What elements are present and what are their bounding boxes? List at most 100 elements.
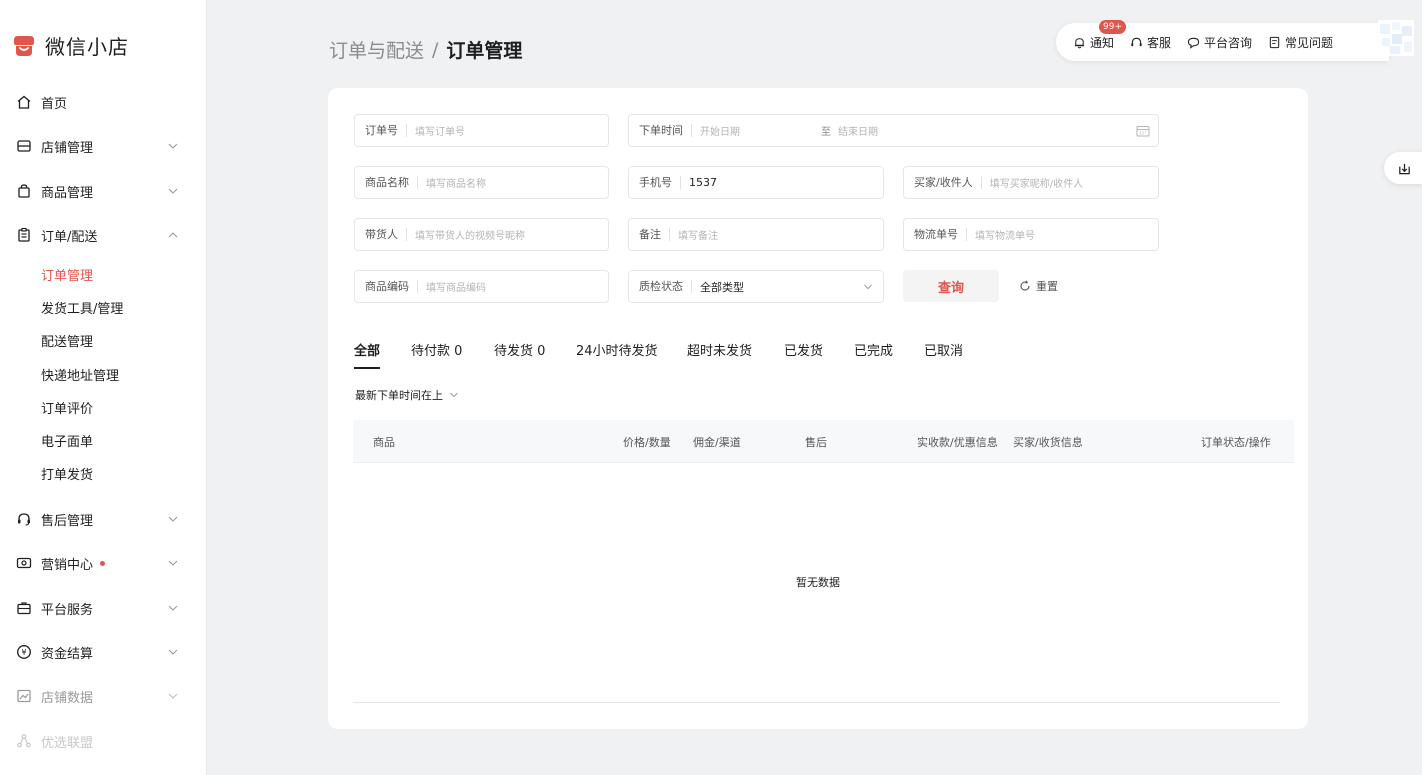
table-header: 商品 价格/数量 佣金/渠道 售后 实收款/优惠信息 买家/收货信息 订单状态/… <box>353 420 1294 463</box>
tab-pending-shipment[interactable]: 待发货 0 <box>494 340 545 359</box>
tab-24h-pending[interactable]: 24小时待发货 <box>576 340 658 359</box>
sidebar-item-label: 订单/配送 <box>41 229 98 245</box>
sidebar-item-orders[interactable]: 订单/配送 <box>0 220 207 250</box>
tab-all[interactable]: 全部 <box>354 340 380 359</box>
platform-consult-button[interactable]: 平台咨询 <box>1187 34 1252 51</box>
sidebar-item-products[interactable]: 商品管理 <box>0 176 207 206</box>
clipboard-icon <box>15 226 33 244</box>
reset-button[interactable]: 重置 <box>1019 278 1058 294</box>
customer-service-button[interactable]: 客服 <box>1130 34 1171 51</box>
sidebar-item-label: 优选联盟 <box>41 735 94 751</box>
order-time-range-field[interactable]: 下单时间 开始日期 至 结束日期 <box>628 114 1159 147</box>
product-code-input[interactable]: 填写商品编码 <box>418 279 486 294</box>
remark-field[interactable]: 备注 填写备注 <box>628 218 884 251</box>
calendar-icon[interactable] <box>1136 125 1150 137</box>
field-label: 商品名称 <box>365 176 418 189</box>
remark-input[interactable]: 填写备注 <box>670 227 718 242</box>
sidebar-subitem-order-management[interactable]: 订单管理 <box>41 263 93 285</box>
briefcase-icon <box>15 599 33 617</box>
breadcrumb-separator: / <box>432 38 439 61</box>
service-label: 客服 <box>1147 35 1172 50</box>
sidebar-item-label: 资金结算 <box>41 646 94 662</box>
phone-input[interactable]: 1537 <box>681 176 717 189</box>
sort-label: 最新下单时间在上 <box>355 389 443 402</box>
field-label: 买家/收件人 <box>914 176 982 189</box>
order-number-field[interactable]: 订单号 填写订单号 <box>354 114 609 147</box>
sidebar-item-alliance[interactable]: 优选联盟 <box>0 726 207 756</box>
start-date-input[interactable]: 开始日期 <box>692 123 740 138</box>
tab-completed[interactable]: 已完成 <box>854 340 893 359</box>
sidebar-item-marketing[interactable]: 营销中心 <box>0 548 207 578</box>
tab-overdue[interactable]: 超时未发货 <box>687 340 752 359</box>
field-label: 备注 <box>639 228 670 241</box>
product-code-field[interactable]: 商品编码 填写商品编码 <box>354 270 609 303</box>
download-icon <box>1398 163 1410 174</box>
order-management-card: 订单号 填写订单号 下单时间 开始日期 至 结束日期 商品名称 填写商品名称 手… <box>328 88 1308 729</box>
sidebar-item-settlement[interactable]: ¥ 资金结算 <box>0 637 207 667</box>
buyer-field[interactable]: 买家/收件人 填写买家昵称/收件人 <box>903 166 1159 199</box>
shop-logo-icon <box>14 36 34 56</box>
product-name-field[interactable]: 商品名称 填写商品名称 <box>354 166 609 199</box>
sidebar-item-label: 商品管理 <box>41 185 94 201</box>
date-range-separator: 至 <box>821 127 831 138</box>
chevron-down-icon <box>168 516 178 522</box>
tab-pending-payment[interactable]: 待付款 0 <box>411 340 462 359</box>
sidebar-item-label: 营销中心 <box>41 557 94 573</box>
tab-cancelled[interactable]: 已取消 <box>924 340 963 359</box>
field-label: 带货人 <box>365 228 407 241</box>
phone-field[interactable]: 手机号 1537 <box>628 166 884 199</box>
page-title: 订单管理 <box>446 40 523 62</box>
chevron-down-icon <box>450 392 458 398</box>
logistics-number-field[interactable]: 物流单号 填写物流单号 <box>903 218 1159 251</box>
sidebar-item-label: 平台服务 <box>41 602 94 618</box>
sidebar-subitem-waybill[interactable]: 电子面单 <box>41 429 93 451</box>
home-icon <box>15 93 33 111</box>
table-bottom-divider <box>353 702 1280 703</box>
qr-code-icon[interactable] <box>1378 20 1414 56</box>
promoter-field[interactable]: 带货人 填写带货人的视频号昵称 <box>354 218 609 251</box>
app-logo[interactable]: 微信小店 <box>11 30 129 60</box>
refresh-icon <box>1020 280 1030 291</box>
logistics-number-input[interactable]: 填写物流单号 <box>967 227 1035 242</box>
sort-dropdown[interactable]: 最新下单时间在上 <box>355 387 459 403</box>
end-date-input[interactable]: 结束日期 <box>838 123 878 138</box>
sidebar-subitem-shipping-tools[interactable]: 发货工具/管理 <box>41 296 123 318</box>
column-header-commission-channel: 佣金/渠道 <box>693 436 741 449</box>
headset-icon <box>1131 37 1142 46</box>
field-label: 下单时间 <box>639 124 692 137</box>
tab-shipped[interactable]: 已发货 <box>784 340 823 359</box>
faq-button[interactable]: 常见问题 <box>1268 34 1333 51</box>
field-label: 质检状态 <box>639 280 692 293</box>
sidebar-item-home[interactable]: 首页 <box>0 87 207 117</box>
qc-status-value: 全部类型 <box>700 280 744 294</box>
sidebar-subitem-delivery[interactable]: 配送管理 <box>41 329 93 351</box>
chevron-down-icon <box>168 143 178 149</box>
notice-button[interactable]: 通知 99+ <box>1073 19 1126 51</box>
sidebar: 微信小店 首页 店铺管理 商品管理 订单/配送 订单管理 发货工具/管理 配送管… <box>0 0 207 775</box>
download-float-button[interactable] <box>1384 152 1422 184</box>
bag-icon <box>15 182 33 200</box>
order-number-input[interactable]: 填写订单号 <box>407 123 465 138</box>
product-name-input[interactable]: 填写商品名称 <box>418 175 486 190</box>
sidebar-item-aftersales[interactable]: 售后管理 <box>0 504 207 534</box>
sidebar-subitem-address[interactable]: 快递地址管理 <box>41 363 119 385</box>
query-button[interactable]: 查询 <box>903 270 999 302</box>
promoter-input[interactable]: 填写带货人的视频号昵称 <box>407 227 525 242</box>
active-tab-indicator <box>354 367 380 369</box>
sidebar-item-store[interactable]: 店铺管理 <box>0 131 207 161</box>
breadcrumb-parent[interactable]: 订单与配送 <box>329 36 424 63</box>
sidebar-subitem-print-ship[interactable]: 打单发货 <box>41 462 93 484</box>
sidebar-item-platform-services[interactable]: 平台服务 <box>0 593 207 623</box>
sidebar-item-label: 店铺数据 <box>41 690 94 706</box>
sidebar-subitem-reviews[interactable]: 订单评价 <box>41 396 93 418</box>
column-header-status-actions: 订单状态/操作 <box>1201 436 1271 449</box>
document-icon <box>1269 36 1280 48</box>
chat-bubble-icon <box>1187 37 1200 49</box>
column-header-aftersales: 售后 <box>805 436 827 449</box>
buyer-input[interactable]: 填写买家昵称/收件人 <box>982 175 1083 190</box>
headset-icon <box>15 510 33 528</box>
qc-status-select[interactable]: 质检状态 全部类型 <box>628 270 884 303</box>
column-header-buyer-shipping: 买家/收货信息 <box>1013 436 1083 449</box>
sidebar-item-store-data[interactable]: 店铺数据 <box>0 681 207 711</box>
chevron-up-icon <box>168 232 178 238</box>
